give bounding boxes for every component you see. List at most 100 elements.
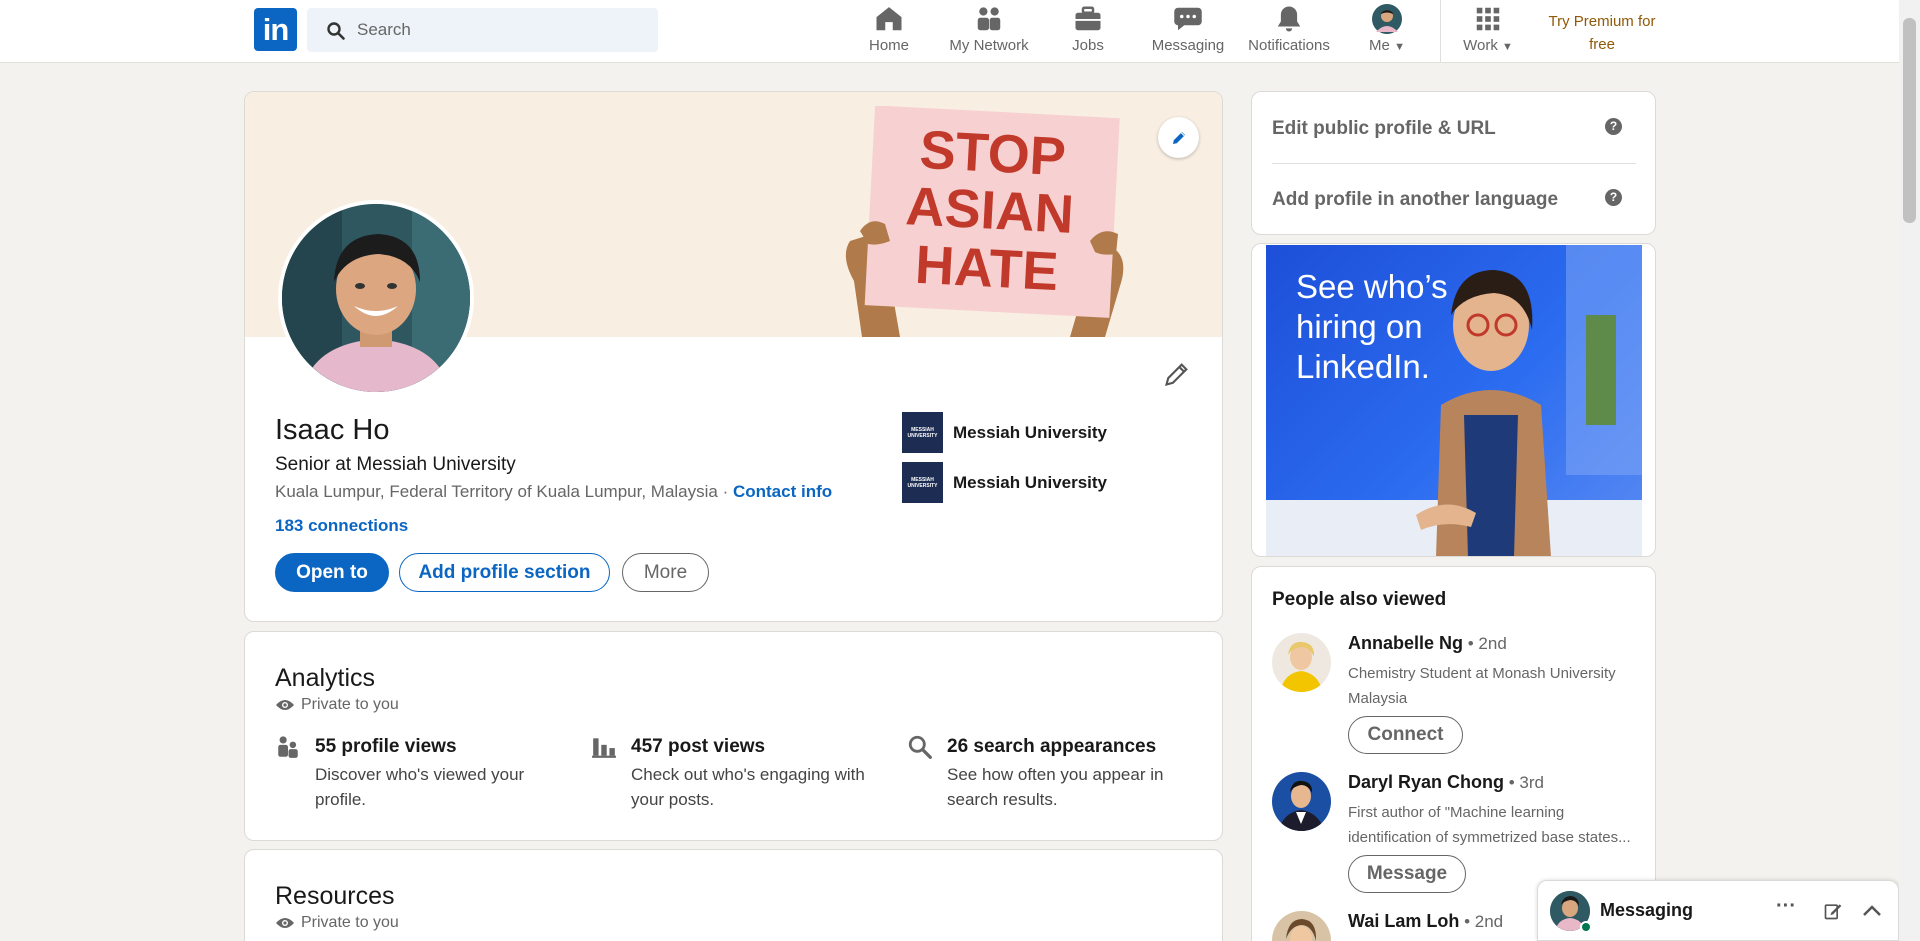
profile-settings-card: Edit public profile & URL ? Add profile … xyxy=(1251,91,1656,235)
chevron-down-icon: ▼ xyxy=(1394,41,1405,53)
scrollbar-thumb[interactable] xyxy=(1903,18,1916,223)
messiah-university-logo: MESSIAH UNIVERSITY xyxy=(902,462,943,503)
pencil-icon xyxy=(1165,363,1188,386)
ad-line-3: LinkedIn. xyxy=(1296,348,1430,385)
nav-jobs-label: Jobs xyxy=(1072,37,1104,54)
grid-icon xyxy=(1476,7,1500,31)
nav-messaging[interactable]: Messaging xyxy=(1151,0,1225,63)
nav-work[interactable]: Work ▼ xyxy=(1459,0,1517,63)
stat-value: 457 post views xyxy=(631,736,766,757)
nav-me-label: Me ▼ xyxy=(1362,37,1412,54)
nav-home[interactable]: Home xyxy=(858,0,920,63)
message-button[interactable]: Message xyxy=(1348,855,1466,893)
analytics-title: Analytics xyxy=(275,664,376,692)
divider xyxy=(1272,163,1636,164)
page-scrollbar[interactable] xyxy=(1899,0,1920,941)
resources-card: Resources Private to you xyxy=(244,849,1223,941)
stat-value: 26 search appearances xyxy=(947,736,1157,757)
education-item[interactable]: MESSIAH UNIVERSITY Messiah University xyxy=(902,462,1107,503)
private-to-you: Private to you xyxy=(275,696,399,714)
messaging-label: Messaging xyxy=(1600,900,1694,920)
nav-my-network[interactable]: My Network xyxy=(941,0,1037,63)
avatar xyxy=(1372,4,1402,34)
messaging-overlay-bar[interactable]: Messaging ··· xyxy=(1537,880,1899,941)
contact-info-link[interactable]: Contact info xyxy=(733,482,832,501)
home-icon xyxy=(876,7,902,31)
chevron-up-icon[interactable] xyxy=(1862,903,1882,919)
person-name[interactable]: Wai Lam Loh • 2nd xyxy=(1348,911,1503,932)
edit-intro-button[interactable] xyxy=(1163,360,1191,393)
premium-line-2: free xyxy=(1589,36,1615,53)
stat-description: See how often you appear in search resul… xyxy=(947,765,1164,809)
profile-location-line: Kuala Lumpur, Federal Territory of Kuala… xyxy=(275,482,832,502)
ad-line-2: hiring on xyxy=(1296,308,1423,345)
avatar-image xyxy=(1272,633,1331,692)
network-icon xyxy=(977,7,1001,31)
person-name[interactable]: Daryl Ryan Chong • 3rd xyxy=(1348,772,1544,793)
person-headline: First author of "Machine learning identi… xyxy=(1348,804,1631,846)
profile-top-card: STOP ASIAN HATE Isaac Ho Senior at Messi… xyxy=(244,91,1223,622)
search-input[interactable] xyxy=(357,8,647,52)
sign-line-3: HATE xyxy=(914,235,1060,302)
messiah-university-logo: MESSIAH UNIVERSITY xyxy=(902,412,943,453)
open-to-button[interactable]: Open to xyxy=(275,553,389,592)
help-icon[interactable]: ? xyxy=(1605,118,1622,135)
connect-button[interactable]: Connect xyxy=(1348,716,1463,754)
more-options-icon[interactable]: ··· xyxy=(1776,895,1796,918)
education-item[interactable]: MESSIAH UNIVERSITY Messiah University xyxy=(902,412,1107,453)
global-nav: in Home My Network Jobs Messaging Notifi… xyxy=(0,0,1899,63)
stat-description: Discover who's viewed your profile. xyxy=(315,765,525,809)
nav-messaging-label: Messaging xyxy=(1151,37,1225,54)
profile-location: Kuala Lumpur, Federal Territory of Kuala… xyxy=(275,482,718,501)
search-bar[interactable] xyxy=(307,8,658,52)
try-premium-link[interactable]: Try Premium for free xyxy=(1538,10,1666,56)
hiring-ad-card[interactable]: See who’s hiring on LinkedIn. xyxy=(1251,243,1656,557)
nav-me[interactable]: Me ▼ xyxy=(1362,0,1412,63)
me-label-text: Me xyxy=(1369,37,1390,54)
connection-degree: • 2nd xyxy=(1463,634,1507,653)
people-also-viewed-title: People also viewed xyxy=(1272,589,1447,610)
search-icon xyxy=(908,735,932,759)
ad-headline: See who’s hiring on LinkedIn. xyxy=(1296,267,1466,387)
profile-photo[interactable] xyxy=(278,200,474,396)
person-name-text: Annabelle Ng xyxy=(1348,633,1464,653)
avatar[interactable] xyxy=(1272,911,1331,941)
linkedin-logo[interactable]: in xyxy=(254,8,297,51)
premium-line-1: Try Premium for xyxy=(1548,13,1656,30)
connections-link[interactable]: 183 connections xyxy=(275,516,408,536)
private-to-you: Private to you xyxy=(275,914,399,932)
avatar[interactable] xyxy=(1272,633,1331,692)
help-icon[interactable]: ? xyxy=(1605,189,1622,206)
profile-headline: Senior at Messiah University xyxy=(275,454,516,475)
education-name: Messiah University xyxy=(953,422,1108,442)
bell-icon xyxy=(1277,6,1301,32)
pencil-icon xyxy=(1172,131,1185,144)
private-label: Private to you xyxy=(301,696,399,713)
person-name-text: Wai Lam Loh xyxy=(1348,911,1460,931)
nav-work-label: Work ▼ xyxy=(1459,37,1517,54)
edit-public-profile-link[interactable]: Edit public profile & URL xyxy=(1272,118,1496,140)
nav-notifications[interactable]: Notifications xyxy=(1246,0,1332,63)
edit-banner-button[interactable] xyxy=(1158,117,1199,158)
add-language-profile-link[interactable]: Add profile in another language xyxy=(1272,189,1558,211)
compose-icon[interactable] xyxy=(1823,901,1843,921)
online-status-dot xyxy=(1580,921,1592,933)
bar-chart-icon xyxy=(592,738,616,758)
ad-line-1: See who’s xyxy=(1296,268,1448,305)
nav-jobs[interactable]: Jobs xyxy=(1066,0,1110,63)
avatar-image xyxy=(1272,772,1331,831)
add-profile-section-button[interactable]: Add profile section xyxy=(399,553,610,592)
analytics-card: Analytics Private to you 55 profile view… xyxy=(244,631,1223,841)
person-name[interactable]: Annabelle Ng • 2nd xyxy=(1348,633,1507,654)
avatar-image xyxy=(1272,911,1331,941)
resources-title: Resources xyxy=(275,882,395,910)
profile-photo-image xyxy=(282,204,470,392)
avatar[interactable] xyxy=(1272,772,1331,831)
work-label-text: Work xyxy=(1463,37,1498,54)
nav-my-network-label: My Network xyxy=(949,37,1029,54)
nav-home-label: Home xyxy=(868,37,909,54)
hiring-ad-image[interactable]: See who’s hiring on LinkedIn. xyxy=(1266,245,1642,556)
more-button[interactable]: More xyxy=(622,553,709,592)
eye-icon xyxy=(276,700,294,710)
connection-degree: • 2nd xyxy=(1459,912,1504,931)
